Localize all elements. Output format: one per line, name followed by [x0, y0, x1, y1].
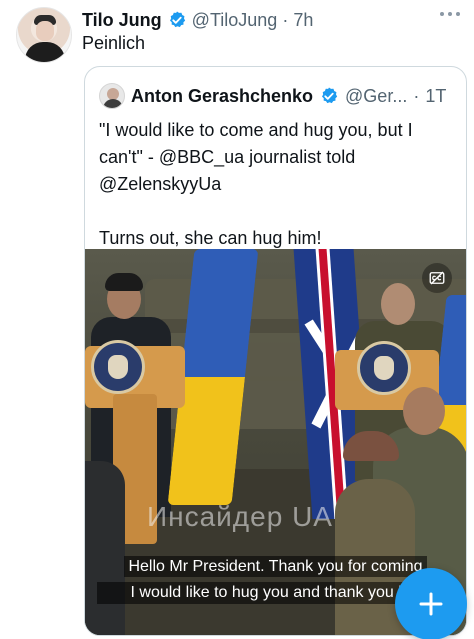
author-name[interactable]: Tilo Jung — [82, 10, 162, 31]
tweet-time[interactable]: 7h — [293, 10, 313, 31]
author-avatar[interactable] — [16, 7, 72, 63]
captions-toggle-icon[interactable] — [422, 263, 452, 293]
more-dots-icon[interactable] — [438, 4, 462, 24]
royal-seal — [91, 340, 145, 394]
video-subtitle-line1: Hello Mr President. Thank you for coming — [97, 556, 454, 577]
quoted-tweet-time[interactable]: 1T — [425, 86, 446, 107]
quoted-tweet-header: Anton Gerashchenko @Ger... · 1T — [99, 83, 446, 109]
compose-tweet-button[interactable] — [395, 568, 467, 639]
verified-badge-icon — [322, 87, 338, 104]
quoted-author-handle[interactable]: @Ger... — [345, 86, 407, 107]
quoted-author-name[interactable]: Anton Gerashchenko — [131, 86, 313, 107]
separator-dot: · — [282, 9, 289, 30]
quoted-tweet-card[interactable]: Anton Gerashchenko @Ger... · 1T "I would… — [84, 66, 467, 636]
video-watermark: Инсайдер UA — [147, 501, 333, 532]
author-handle[interactable]: @TiloJung — [192, 10, 278, 31]
plus-icon — [419, 592, 443, 616]
verified-badge-icon — [169, 11, 185, 28]
separator-dot: · — [413, 85, 420, 106]
tweet-text: Peinlich — [82, 33, 146, 53]
tweet-header: Tilo Jung @TiloJung · 7h — [82, 8, 313, 32]
quoted-author-avatar[interactable] — [99, 83, 125, 109]
quoted-tweet-text: "I would like to come and hug you, but I… — [99, 120, 413, 248]
royal-seal — [357, 341, 411, 395]
